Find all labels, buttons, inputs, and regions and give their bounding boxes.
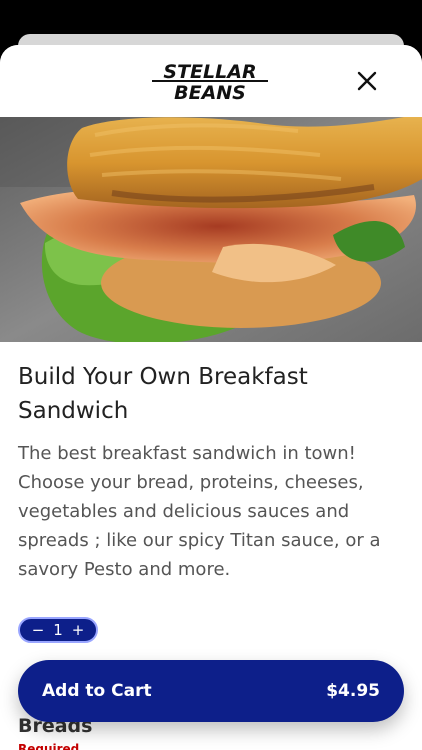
sheet-header: STELLAR BEANS bbox=[0, 45, 422, 117]
item-photo bbox=[0, 117, 422, 344]
item-detail-sheet: STELLAR BEANS Build Your Own Breakfast S… bbox=[0, 45, 422, 750]
close-icon bbox=[357, 71, 377, 91]
quantity-stepper[interactable]: − 1 + bbox=[18, 617, 98, 643]
decrease-quantity-button[interactable]: − bbox=[30, 621, 46, 639]
required-badge: Required bbox=[18, 742, 80, 750]
item-title: Build Your Own Breakfast Sandwich bbox=[18, 364, 308, 424]
breakfast-sandwich-image bbox=[0, 117, 422, 344]
close-button[interactable] bbox=[356, 70, 378, 92]
svg-text:STELLAR: STELLAR bbox=[163, 61, 256, 83]
item-description: The best breakfast sandwich in town! Cho… bbox=[18, 443, 381, 580]
cart-price: $4.95 bbox=[326, 681, 380, 701]
quantity-value: 1 bbox=[53, 621, 63, 639]
svg-text:BEANS: BEANS bbox=[174, 82, 246, 103]
add-to-cart-button[interactable]: Add to Cart $4.95 bbox=[18, 660, 404, 722]
stellar-beans-logo: STELLAR BEANS bbox=[152, 61, 268, 103]
increase-quantity-button[interactable]: + bbox=[70, 621, 86, 639]
add-to-cart-label: Add to Cart bbox=[42, 681, 152, 701]
